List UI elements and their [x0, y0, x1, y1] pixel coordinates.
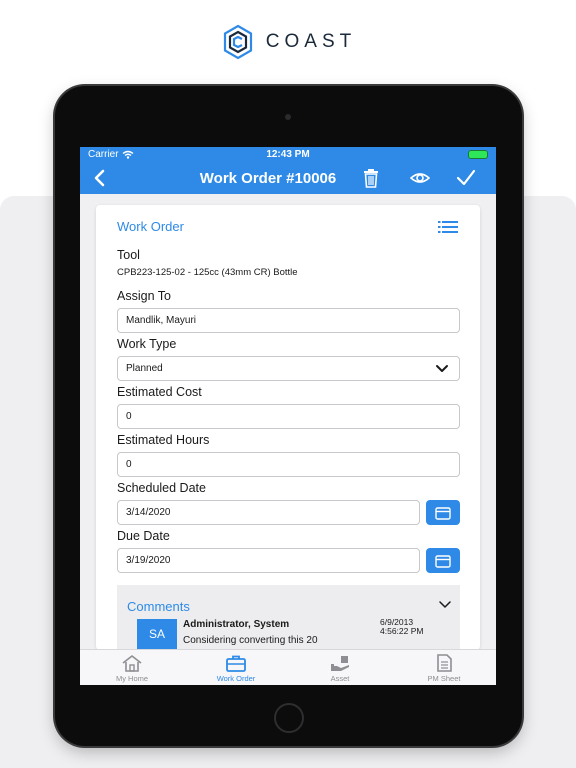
coast-logo-icon — [223, 24, 252, 60]
tab-pm-sheet[interactable]: PM Sheet — [392, 650, 496, 685]
briefcase-icon — [226, 655, 246, 672]
pm-sheet-icon — [437, 654, 452, 672]
tab-label: Asset — [330, 674, 350, 683]
home-button[interactable] — [274, 703, 304, 733]
tab-label: Work Order — [216, 674, 256, 683]
due-date-label: Due Date — [117, 529, 170, 543]
estimated-cost-field[interactable]: 0 — [117, 404, 460, 429]
comment-author: Administrator, System — [183, 619, 290, 630]
scheduled-date-field[interactable]: 3/14/2020 — [117, 500, 420, 525]
work-type-value: Planned — [126, 363, 163, 374]
tab-my-home[interactable]: My Home — [80, 650, 184, 685]
tab-label: My Home — [115, 674, 149, 683]
battery-icon — [468, 150, 488, 159]
work-order-card: Work Order Tool CPB223-125-02 - 125cc (4… — [96, 205, 480, 650]
home-icon — [122, 655, 142, 672]
app-screen: Carrier 12:43 PM Work Order #10006 Work … — [80, 147, 496, 685]
calendar-icon — [435, 506, 451, 520]
tab-work-order[interactable]: Work Order — [184, 650, 288, 685]
comments-section: Comments SA Administrator, System Consid… — [117, 585, 460, 650]
estimated-cost-value: 0 — [126, 411, 132, 422]
due-date-field[interactable]: 3/19/2020 — [117, 548, 420, 573]
estimated-hours-value: 0 — [126, 459, 132, 470]
tab-label: PM Sheet — [427, 674, 461, 683]
brand-name: COAST — [265, 31, 357, 52]
section-title: Work Order — [117, 219, 184, 234]
scheduled-date-label: Scheduled Date — [117, 481, 206, 495]
tablet-device: Carrier 12:43 PM Work Order #10006 Work … — [55, 86, 522, 746]
estimated-hours-label: Estimated Hours — [117, 433, 210, 447]
app-store-screenshot: COAST Carrier 12:43 PM Work Order #10006… — [0, 0, 576, 768]
assign-to-field[interactable]: Mandlik, Mayuri — [117, 308, 460, 333]
due-date-value: 3/19/2020 — [126, 555, 171, 566]
tool-label: Tool — [117, 248, 140, 262]
trash-icon[interactable] — [362, 168, 380, 188]
comment-text: Considering converting this 20 — [183, 635, 318, 646]
assign-to-label: Assign To — [117, 289, 171, 303]
checkmark-icon[interactable] — [456, 168, 476, 188]
estimated-hours-field[interactable]: 0 — [117, 452, 460, 477]
comment-timestamp: 6/9/2013 4:56:22 PM — [380, 618, 423, 636]
chevron-down-icon[interactable] — [439, 601, 451, 609]
calendar-icon — [435, 554, 451, 568]
due-date-calendar-button[interactable] — [426, 548, 460, 573]
nav-bar: Work Order #10006 — [80, 162, 496, 194]
tab-asset[interactable]: Asset — [288, 650, 392, 685]
work-type-select[interactable]: Planned — [117, 356, 460, 381]
eye-icon[interactable] — [410, 169, 430, 187]
work-type-label: Work Type — [117, 337, 177, 351]
estimated-cost-label: Estimated Cost — [117, 385, 202, 399]
scheduled-date-calendar-button[interactable] — [426, 500, 460, 525]
scheduled-date-value: 3/14/2020 — [126, 507, 171, 518]
front-camera — [285, 114, 291, 120]
nav-title: Work Order #10006 — [199, 170, 337, 187]
asset-hand-icon — [331, 656, 349, 671]
chevron-down-icon — [436, 365, 448, 372]
list-icon[interactable] — [438, 220, 458, 234]
status-bar: Carrier 12:43 PM — [80, 147, 496, 162]
status-time: 12:43 PM — [266, 149, 310, 160]
comments-title: Comments — [127, 599, 190, 614]
assign-to-value: Mandlik, Mayuri — [126, 315, 197, 326]
tool-value: CPB223-125-02 - 125cc (43mm CR) Bottle — [117, 267, 298, 278]
avatar: SA — [137, 619, 177, 649]
tab-bar: My Home Work Order Asset PM Sheet — [80, 649, 496, 685]
comment-time: 4:56:22 PM — [380, 626, 424, 636]
brand-logo: COAST — [0, 22, 576, 62]
